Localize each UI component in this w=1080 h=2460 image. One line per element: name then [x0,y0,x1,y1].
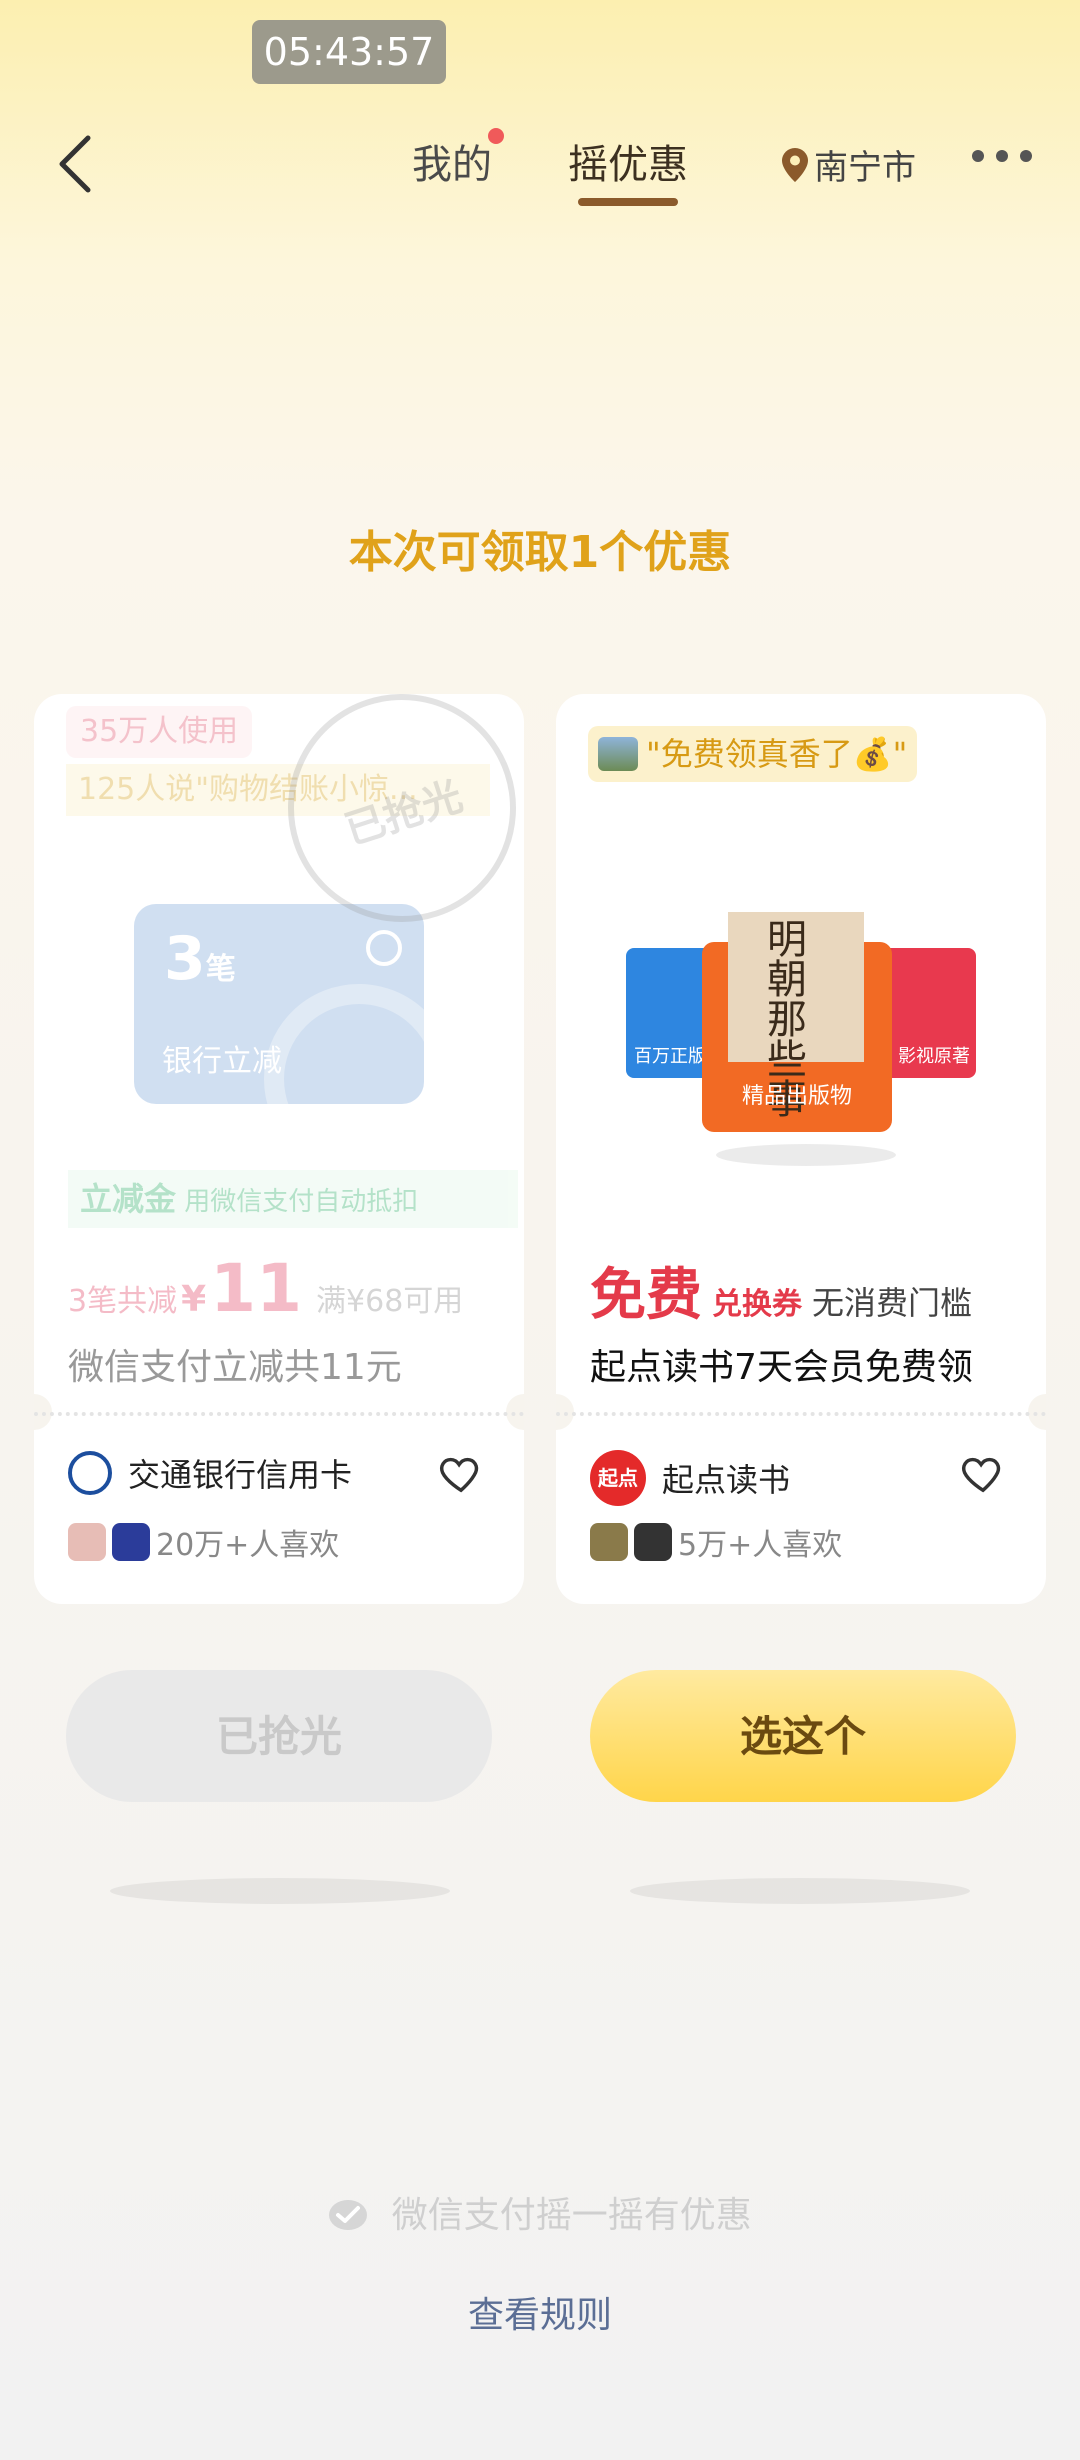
likes-row: 20万+人喜欢 [68,1520,339,1564]
avatar [634,1523,672,1561]
location-pin-icon [782,147,808,182]
heart-icon [962,1457,1001,1493]
heart-icon [440,1457,479,1493]
bank-card-illustration: 3笔 银行立减 [134,904,454,1174]
more-button[interactable] [972,150,1032,162]
price-line: 免费 兑换券 无消费门槛 [590,1263,973,1328]
offer-description: 起点读书7天会员免费领 [590,1347,973,1388]
more-dot-icon [972,150,984,162]
bank-brand-logo-icon [68,1451,112,1495]
brand-row: 起点 起点读书 [590,1450,790,1506]
avatar [68,1523,106,1561]
quote-thumbnail [598,737,638,771]
more-dot-icon [1020,150,1032,162]
favorite-button[interactable] [438,1450,484,1496]
button-shadow [110,1878,450,1904]
view-rules-link[interactable]: 查看规则 [0,2286,1080,2338]
status-time: 05:43:57 [252,20,446,84]
tab-shake-deals[interactable]: 摇优惠 [568,132,688,190]
button-shadow [630,1878,970,1904]
location-selector[interactable]: 南宁市 [782,140,916,189]
bank-logo-icon [366,930,402,966]
offer-card-qidian[interactable]: "免费领真香了💰" 百万正版 影视原著 明朝那些事 精品出版物 免费 兑换券 无… [556,694,1046,1604]
wechat-pay-icon [329,2200,368,2230]
likes-count: 20万+人喜欢 [156,1528,340,1563]
avatar [590,1523,628,1561]
page-headline: 本次可领取1个优惠 [348,527,732,578]
bank-watermark-icon [264,984,454,1174]
book-right-label: 影视原著 [898,1046,970,1067]
avatar [112,1523,150,1561]
offer-card-bank[interactable]: 35万人使用 125人说"购物结账小惊... 3笔 银行立减 立减金 用微信支付… [34,694,524,1604]
bank-card-count: 3笔 [164,924,236,994]
price-line: 3笔共减 ¥ 11 满¥68可用 [68,1250,464,1327]
book-center-label: 精品出版物 [741,1084,852,1109]
benefit-strip: 立减金 用微信支付自动抵扣 [68,1170,518,1228]
favorite-button[interactable] [960,1450,1006,1496]
brand-name: 交通银行信用卡 [128,1456,353,1494]
books-illustration: 百万正版 影视原著 明朝那些事 精品出版物 [626,912,976,1132]
chevron-left-icon [59,135,91,193]
qidian-logo-icon: 起点 [590,1450,646,1506]
notification-dot [488,128,504,144]
likes-count: 5万+人喜欢 [678,1528,843,1563]
brand-row: 交通银行信用卡 [68,1450,352,1496]
perforation-divider [34,1412,524,1416]
sold-out-button[interactable]: 已抢光 [66,1670,492,1802]
user-quote-tag: "免费领真香了💰" [588,726,918,782]
location-label: 南宁市 [814,148,916,188]
bank-card-label: 银行立减 [162,1044,282,1079]
active-tab-indicator [578,198,678,206]
user-quote: "免费领真香了💰" [646,735,908,773]
illustration-shadow [716,1144,896,1166]
tab-mine[interactable]: 我的 [412,132,492,190]
perforation-divider [556,1412,1046,1416]
more-dot-icon [996,150,1008,162]
offer-description: 微信支付立减共11元 [68,1347,402,1388]
choose-this-button[interactable]: 选这个 [590,1670,1016,1802]
footer-brand: 微信支付摇一摇有优惠 [0,2186,1080,2238]
likes-row: 5万+人喜欢 [590,1520,842,1564]
brand-name: 起点读书 [662,1461,791,1499]
usage-tag: 35万人使用 [66,706,253,758]
back-button[interactable] [52,132,100,196]
book-left-label: 百万正版 [634,1046,706,1067]
